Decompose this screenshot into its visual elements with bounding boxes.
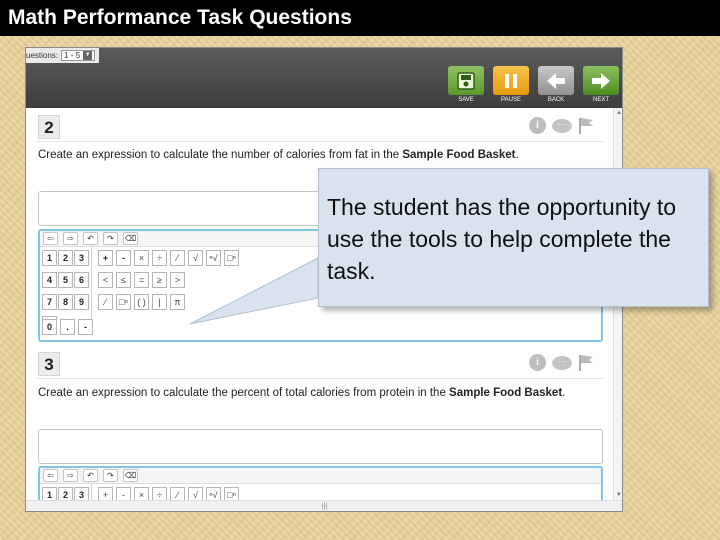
annotation-callout: The student has the opportunity to use t… xyxy=(318,168,709,307)
